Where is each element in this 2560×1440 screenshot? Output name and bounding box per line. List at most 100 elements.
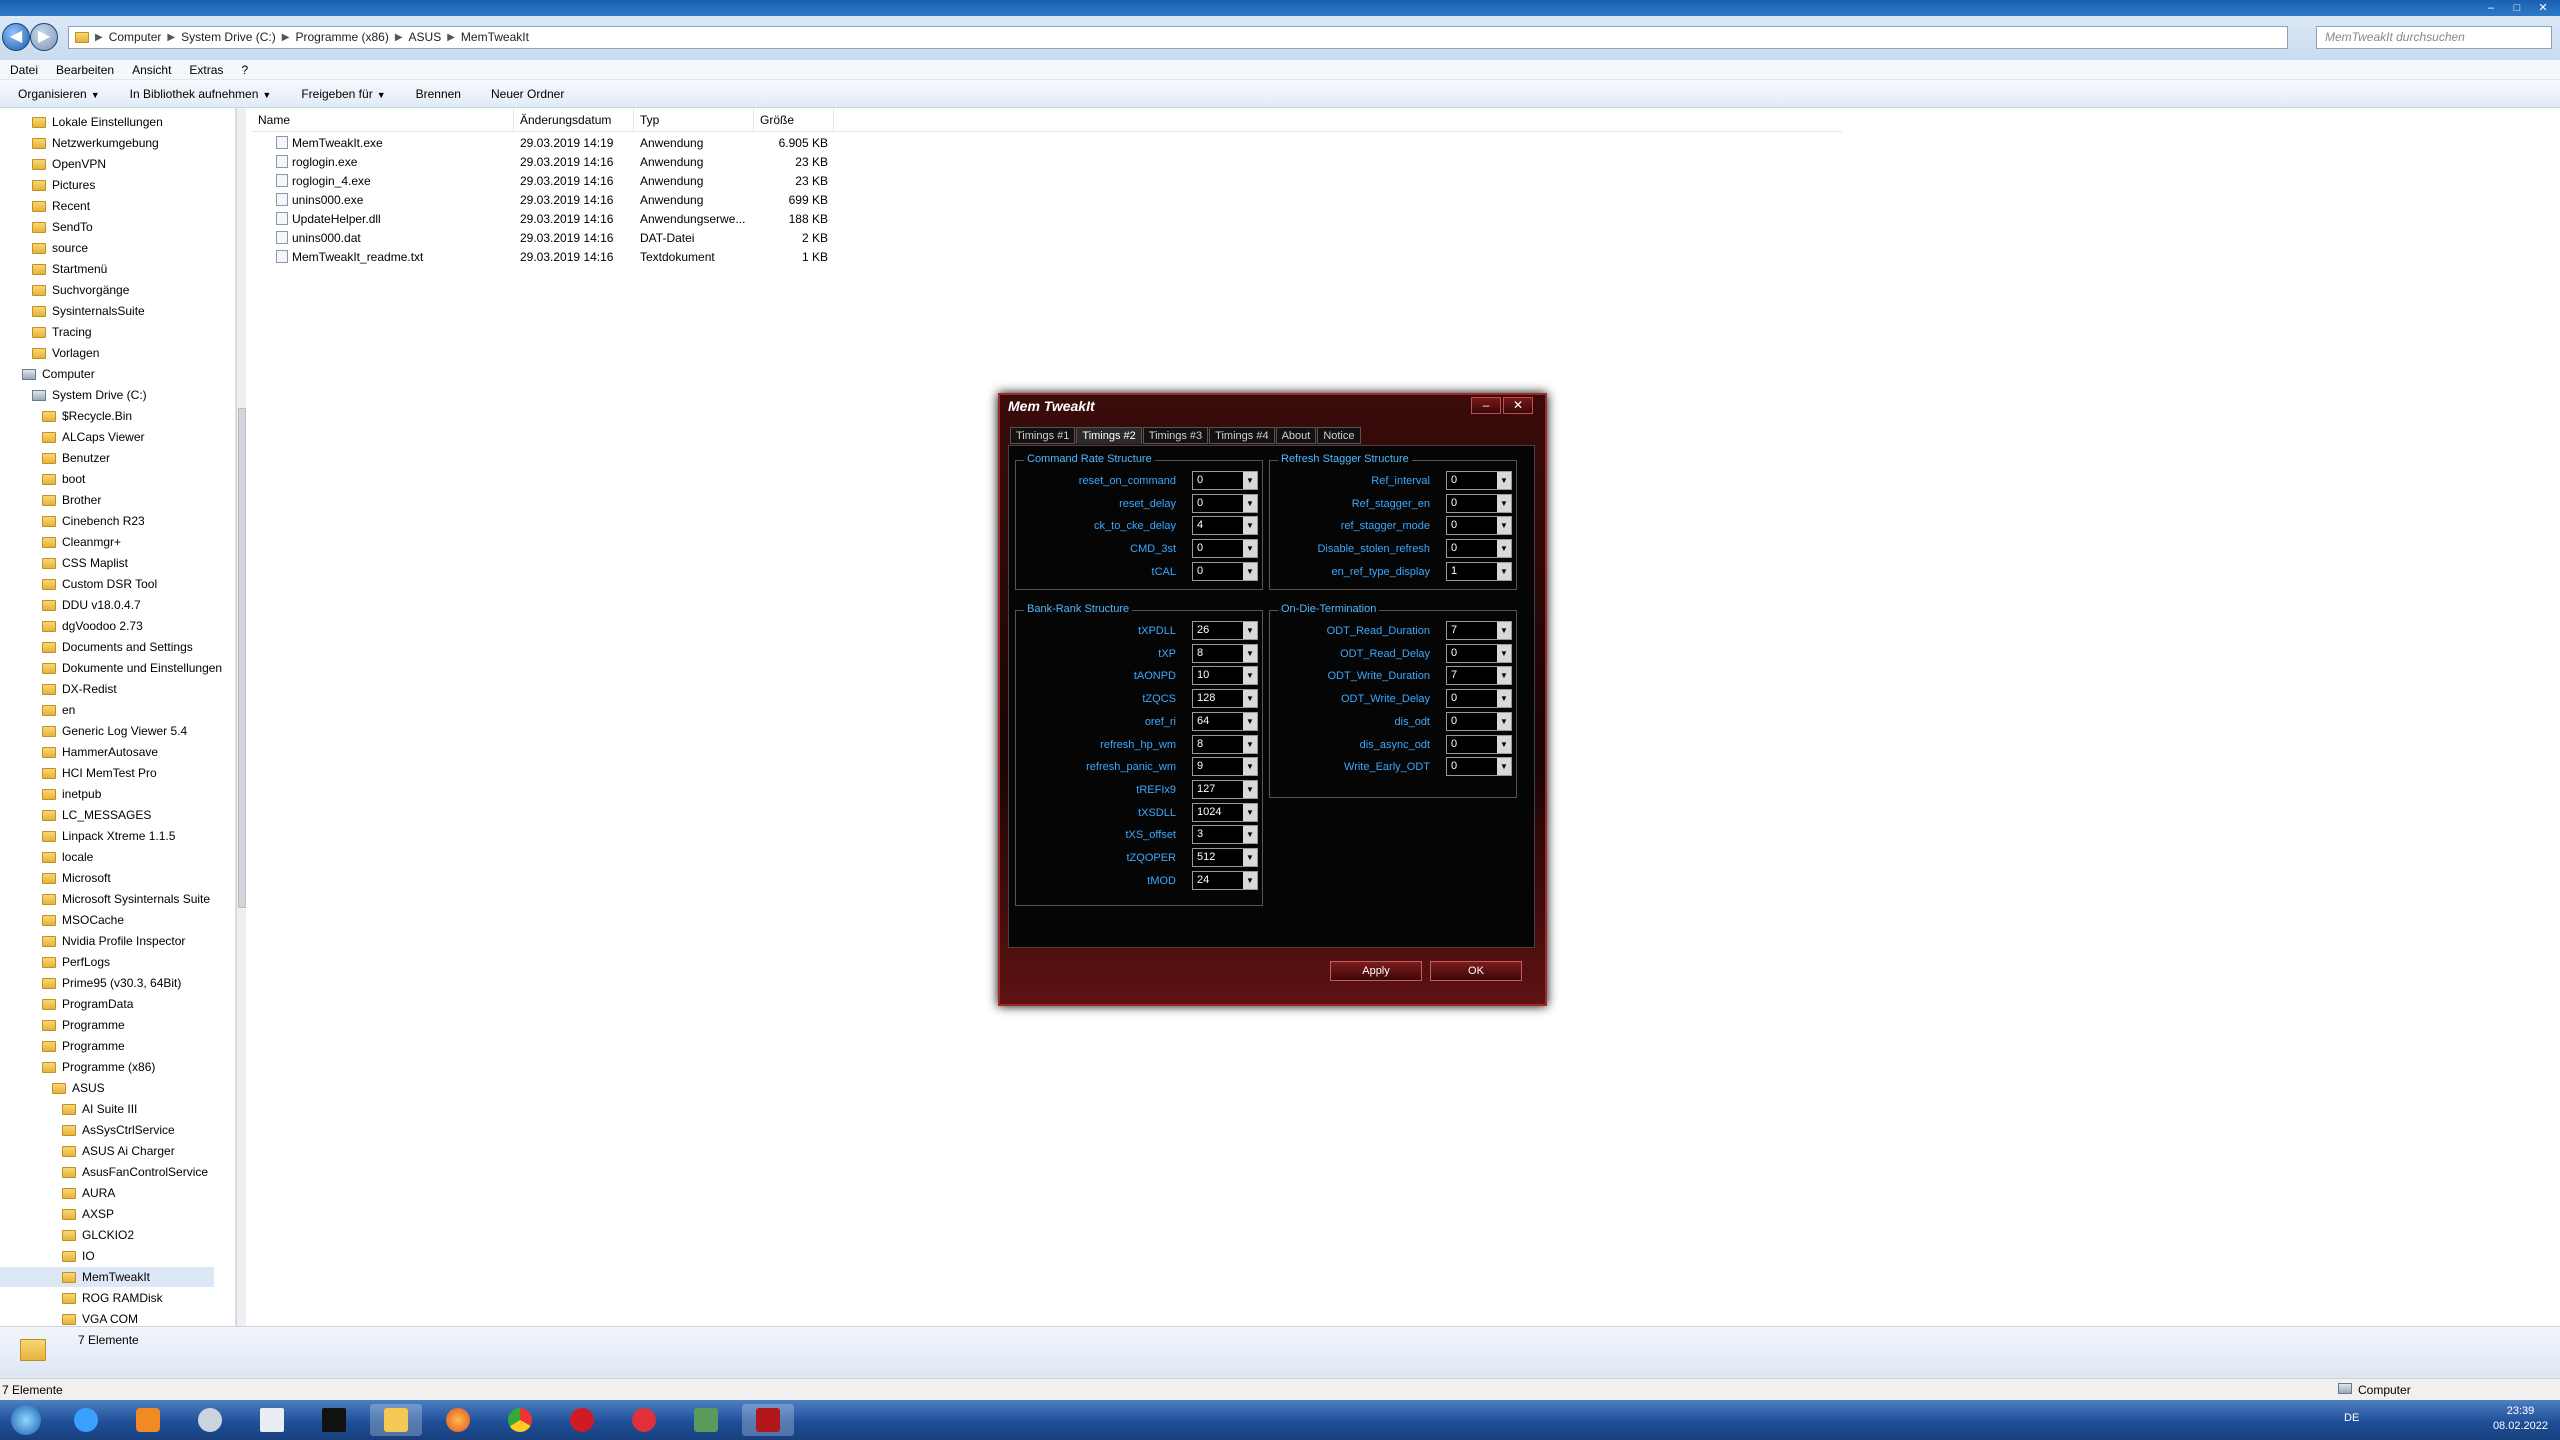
- chevron-down-icon[interactable]: ▼: [1497, 690, 1511, 708]
- chevron-down-icon[interactable]: ▼: [1497, 540, 1511, 558]
- tree-item[interactable]: VGA COM: [62, 1309, 138, 1326]
- tree-item[interactable]: CSS Maplist: [42, 553, 128, 573]
- file-row[interactable]: roglogin_4.exe 29.03.2019 14:16 Anwendung 2…: [252, 172, 834, 191]
- timing-value-select[interactable]: 0 ▼: [1446, 516, 1512, 536]
- tree-item[interactable]: Generic Log Viewer 5.4: [42, 721, 187, 741]
- tree-item[interactable]: LC_MESSAGES: [42, 805, 151, 825]
- tree-item[interactable]: MSOCache: [42, 910, 124, 930]
- tree-item[interactable]: Documents and Settings: [42, 637, 193, 657]
- tree-scrollbar[interactable]: [236, 108, 246, 1326]
- library-button[interactable]: In Bibliothek aufnehmen ▼: [130, 80, 272, 107]
- timing-value-select[interactable]: 0 ▼: [1446, 734, 1512, 754]
- tree-item[interactable]: ASUS Ai Charger: [62, 1141, 175, 1161]
- organize-button[interactable]: Organisieren ▼: [18, 80, 100, 107]
- column-name[interactable]: Name: [252, 108, 514, 131]
- tree-item[interactable]: inetpub: [42, 784, 101, 804]
- tree-item[interactable]: AsusFanControlService: [62, 1162, 208, 1182]
- tree-item[interactable]: HCI MemTest Pro: [42, 763, 157, 783]
- tree-item[interactable]: AI Suite III: [62, 1099, 137, 1119]
- tree-item[interactable]: ROG RAMDisk: [62, 1288, 163, 1308]
- back-button[interactable]: ◀: [2, 23, 30, 51]
- file-row[interactable]: unins000.exe 29.03.2019 14:16 Anwendung 699…: [252, 191, 834, 210]
- tree-item[interactable]: Tracing: [32, 322, 92, 342]
- tree-item[interactable]: PerfLogs: [42, 952, 110, 972]
- search-input[interactable]: MemTweakIt durchsuchen: [2316, 26, 2552, 49]
- chevron-down-icon[interactable]: ▼: [1243, 803, 1257, 821]
- taskbar-tool[interactable]: [184, 1404, 236, 1436]
- tab-timings-2[interactable]: Timings #2: [1076, 427, 1142, 444]
- taskbar-memtweakit[interactable]: [742, 1404, 794, 1436]
- taskbar-opera[interactable]: [556, 1404, 608, 1436]
- tree-item[interactable]: Recent: [32, 196, 90, 216]
- file-row[interactable]: roglogin.exe 29.03.2019 14:16 Anwendung 23 …: [252, 153, 834, 172]
- tree-item[interactable]: Lokale Einstellungen: [32, 112, 163, 132]
- tree-item[interactable]: Pictures: [32, 175, 95, 195]
- tree-item[interactable]: Cleanmgr+: [42, 532, 121, 552]
- taskbar-ie[interactable]: [60, 1404, 112, 1436]
- tree-item[interactable]: OpenVPN: [32, 154, 106, 174]
- tab-about[interactable]: About: [1275, 427, 1317, 444]
- apply-button[interactable]: Apply: [1330, 961, 1422, 981]
- chevron-down-icon[interactable]: ▼: [1243, 826, 1257, 844]
- start-button[interactable]: [0, 1404, 52, 1436]
- tree-item[interactable]: Computer: [22, 364, 95, 384]
- tree-item[interactable]: ProgramData: [42, 994, 133, 1014]
- tree-item[interactable]: DDU v18.0.4.7: [42, 595, 141, 615]
- tree-item[interactable]: locale: [42, 847, 93, 867]
- tree-item[interactable]: SysinternalsSuite: [32, 301, 145, 321]
- tree-item[interactable]: boot: [42, 469, 85, 489]
- timing-value-select[interactable]: 0 ▼: [1446, 711, 1512, 731]
- taskbar-explorer[interactable]: [370, 1404, 422, 1436]
- column-type[interactable]: Typ: [634, 108, 754, 131]
- breadcrumb-system-drive[interactable]: System Drive (C:): [181, 27, 276, 48]
- taskbar-notepad[interactable]: [246, 1404, 298, 1436]
- file-row[interactable]: MemTweakIt_readme.txt 29.03.2019 14:16 Tex…: [252, 248, 834, 267]
- chevron-down-icon[interactable]: ▼: [1497, 758, 1511, 776]
- chevron-down-icon[interactable]: ▼: [1497, 667, 1511, 685]
- burn-button[interactable]: Brennen: [416, 80, 461, 107]
- timing-value-select[interactable]: 1 ▼: [1446, 561, 1512, 581]
- breadcrumb-programme-x86[interactable]: Programme (x86): [295, 27, 388, 48]
- address-bar[interactable]: ▶ Computer ▶ System Drive (C:) ▶ Program…: [68, 26, 2288, 49]
- tree-item[interactable]: Microsoft: [42, 868, 111, 888]
- chevron-down-icon[interactable]: ▼: [1497, 494, 1511, 512]
- tree-item[interactable]: System Drive (C:): [32, 385, 147, 405]
- tree-item[interactable]: Linpack Xtreme 1.1.5: [42, 826, 175, 846]
- file-row[interactable]: UpdateHelper.dll 29.03.2019 14:16 Anwendun…: [252, 210, 834, 229]
- tree-item[interactable]: Custom DSR Tool: [42, 574, 157, 594]
- menu-extras[interactable]: Extras: [189, 60, 223, 79]
- timing-value-select[interactable]: 0 ▼: [1446, 539, 1512, 559]
- tree-item[interactable]: AXSP: [62, 1204, 114, 1224]
- tree-item[interactable]: Startmenü: [32, 259, 107, 279]
- tree-item[interactable]: Benutzer: [42, 448, 110, 468]
- file-row[interactable]: unins000.dat 29.03.2019 14:16 DAT-Datei 2 K…: [252, 229, 834, 248]
- timing-value-select[interactable]: 0 ▼: [1446, 471, 1512, 490]
- tree-item[interactable]: en: [42, 700, 75, 720]
- timing-value-select[interactable]: 0 ▼: [1446, 493, 1512, 513]
- tree-item[interactable]: Programme (x86): [42, 1057, 155, 1077]
- tree-item[interactable]: AsSysCtrlService: [62, 1120, 175, 1140]
- tree-item[interactable]: Programme: [42, 1015, 125, 1035]
- ok-button[interactable]: OK: [1430, 961, 1522, 981]
- timing-value-select[interactable]: 1024 ▼: [1192, 802, 1258, 822]
- new-folder-button[interactable]: Neuer Ordner: [491, 80, 564, 107]
- timing-value-select[interactable]: 7 ▼: [1446, 621, 1512, 640]
- menu-help[interactable]: ?: [241, 60, 248, 79]
- maximize-icon[interactable]: □: [2504, 0, 2530, 16]
- chevron-down-icon[interactable]: ▼: [1243, 849, 1257, 866]
- tree-item[interactable]: MemTweakIt: [0, 1267, 214, 1287]
- close-icon[interactable]: ✕: [1503, 397, 1533, 414]
- tree-item[interactable]: Vorlagen: [32, 343, 99, 363]
- tree-item[interactable]: Suchvorgänge: [32, 280, 129, 300]
- column-size[interactable]: Größe: [754, 108, 834, 131]
- tab-timings-1[interactable]: Timings #1: [1010, 427, 1076, 444]
- tree-item[interactable]: Microsoft Sysinternals Suite: [42, 889, 210, 909]
- tree-item[interactable]: Prime95 (v30.3, 64Bit): [42, 973, 181, 993]
- minimize-icon[interactable]: –: [2478, 0, 2504, 16]
- column-date[interactable]: Änderungsdatum: [514, 108, 634, 131]
- chevron-down-icon[interactable]: ▼: [1243, 871, 1257, 889]
- file-row[interactable]: MemTweakIt.exe 29.03.2019 14:19 Anwendung 6…: [252, 134, 834, 153]
- tree-item[interactable]: HammerAutosave: [42, 742, 158, 762]
- tree-item[interactable]: Nvidia Profile Inspector: [42, 931, 185, 951]
- menu-ansicht[interactable]: Ansicht: [132, 60, 171, 79]
